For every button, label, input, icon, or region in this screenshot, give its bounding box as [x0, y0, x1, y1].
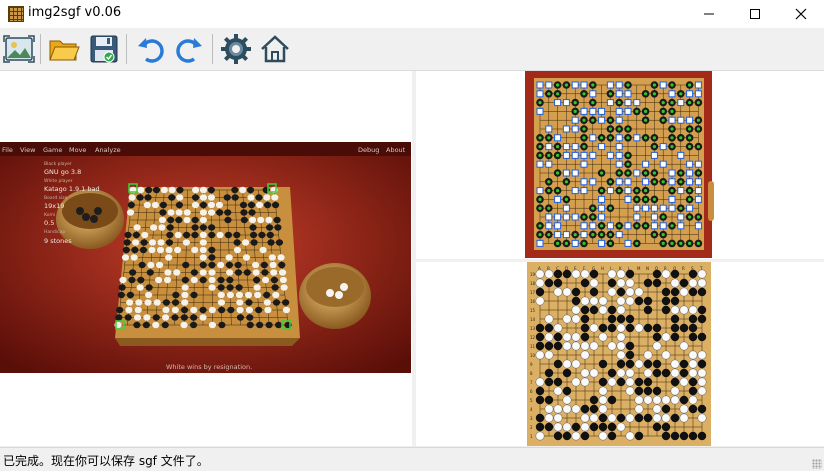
source-menu-analyze: Analyze: [95, 146, 121, 154]
source-menu-about: About: [386, 146, 406, 154]
minimize-button[interactable]: [686, 0, 732, 28]
maximize-icon: [750, 9, 760, 19]
svg-text:White player: White player: [44, 178, 73, 184]
svg-text:H: H: [601, 266, 604, 271]
folder-icon: [49, 40, 80, 61]
source-menu-move: Move: [69, 146, 86, 154]
svg-text:Katago 1.9.1 bad: Katago 1.9.1 bad: [44, 185, 100, 193]
save-button[interactable]: [87, 32, 121, 66]
svg-text:Handicap: Handicap: [44, 229, 65, 235]
svg-text:19x19: 19x19: [44, 202, 64, 210]
source-menu-file: File: [2, 146, 13, 154]
svg-text:Black player: Black player: [44, 161, 72, 167]
svg-text:Komi: Komi: [44, 212, 55, 218]
svg-text:14: 14: [530, 317, 536, 322]
svg-text:19: 19: [530, 272, 536, 277]
svg-text:N: N: [646, 266, 649, 271]
svg-text:11: 11: [530, 344, 536, 349]
home-icon: [261, 35, 289, 63]
window-title: img2sgf v0.06: [28, 5, 122, 20]
app-board-icon: [8, 6, 24, 22]
save-icon: [90, 35, 118, 63]
source-menu-debug: Debug: [358, 146, 379, 154]
settings-button[interactable]: [219, 32, 253, 66]
svg-text:17: 17: [530, 290, 536, 295]
open-image-button[interactable]: [2, 32, 36, 66]
source-image-pane: File View Game Move Analyze Debug About …: [0, 71, 412, 446]
open-file-button[interactable]: [47, 32, 81, 66]
gear-icon: [221, 34, 251, 64]
maximize-button[interactable]: [732, 0, 778, 28]
image-icon: [3, 35, 35, 63]
close-button[interactable]: [778, 0, 824, 28]
redo-button[interactable]: [172, 32, 206, 66]
detection-image: [525, 71, 714, 258]
close-icon: [795, 8, 807, 20]
sgf-diagram-pane: A 19 B 18 C 17 D 16 E 15 F 14 G 13 H 12 J 11 K 10 L 9 M 8 N 7 O 6 P 5…: [416, 262, 824, 446]
toolbar: [0, 28, 824, 71]
title-bar: img2sgf v0.06: [0, 0, 824, 28]
detection-pane: [416, 71, 824, 259]
svg-text:9 stones: 9 stones: [44, 237, 72, 245]
svg-text:18: 18: [530, 281, 536, 286]
source-image: File View Game Move Analyze Debug About …: [0, 142, 411, 373]
minimize-icon: [704, 13, 714, 15]
undo-icon: [138, 38, 164, 63]
source-result-text: White wins by resignation.: [166, 363, 252, 371]
undo-button[interactable]: [134, 32, 168, 66]
sgf-diagram: A19B18C17D16E15F14G13H12J11K10L9M8N7O6P5…: [527, 262, 711, 446]
redo-icon: [176, 38, 202, 63]
svg-text:R: R: [682, 266, 685, 271]
svg-text:10: 10: [530, 353, 536, 358]
svg-text:M: M: [637, 266, 641, 271]
svg-text:0.5: 0.5: [44, 219, 54, 227]
resize-grip[interactable]: [812, 459, 822, 469]
status-bar: 已完成。现在你可以保存 sgf 文件了。: [0, 447, 824, 471]
source-menu-game: Game: [43, 146, 62, 154]
svg-text:Board size: Board size: [44, 195, 68, 201]
source-menu-view: View: [20, 146, 36, 154]
svg-text:16: 16: [530, 299, 536, 304]
svg-text:GNU go 3.8: GNU go 3.8: [44, 168, 81, 176]
svg-text:15: 15: [530, 308, 536, 313]
home-button[interactable]: [258, 32, 292, 66]
svg-text:13: 13: [530, 326, 536, 331]
svg-text:12: 12: [530, 335, 536, 340]
status-text: 已完成。现在你可以保存 sgf 文件了。: [3, 454, 209, 468]
